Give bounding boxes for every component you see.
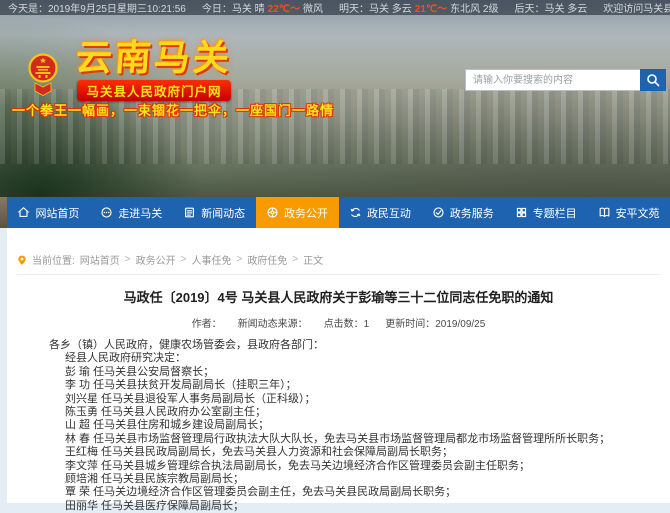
content-area: 当前位置: 网站首页 > 政务公开 > 人事任免 > 政府任免 > 正文 马政任… <box>7 228 670 503</box>
weather-today: 今日：马关 晴 22℃～ 微风 <box>202 0 323 15</box>
about-icon <box>100 206 113 219</box>
search-box <box>465 69 666 91</box>
meta-updated: 更新时间：2019/09/25 <box>385 315 485 330</box>
article-body: 各乡（镇）人民政府，健康农场管委会，县政府各部门： 经县人民政府研究决定： 彭 … <box>19 339 658 513</box>
nav-item-news[interactable]: 新闻动态 <box>173 197 256 228</box>
weather-tomorrow: 明天：马关 多云 21℃～ 东北风 2级 <box>339 0 498 15</box>
paragraph: 林 春 任马关县市场监督管理局行政执法大队大队长，免去马关县市场监督管理局都龙市… <box>19 433 658 446</box>
news-icon <box>183 206 196 219</box>
service-icon <box>432 206 445 219</box>
nav-item-about[interactable]: 走进马关 <box>90 197 173 228</box>
breadcrumb-label: 当前位置: <box>32 252 75 267</box>
main-nav: 网站首页 走进马关 新闻动态 政务公开 <box>7 197 670 228</box>
tomorrow-temp: 21℃～ <box>415 0 447 15</box>
welcome-text: 欢迎访问马关县人民政府门户网 <box>603 0 670 15</box>
gov-open-icon <box>266 206 279 219</box>
background-edge <box>0 197 7 228</box>
paragraph: 刘兴星 任马关县退役军人事务局副局长（正科级）； <box>19 393 658 406</box>
today-temp: 22℃～ <box>268 0 300 15</box>
paragraph: 顾培湘 任马关县民族宗教局副局长； <box>19 473 658 486</box>
paragraph: 各乡（镇）人民政府，健康农场管委会，县政府各部门： <box>19 339 658 352</box>
breadcrumb-gov-appointments[interactable]: 政府任免 <box>247 252 287 267</box>
book-icon <box>598 206 611 219</box>
site-brand: 云南马关 马关县人民政府门户网 <box>70 38 238 101</box>
site-slogan: 一个拳王一幅画，一束锢花一把伞，一座国门一路情 <box>12 100 334 119</box>
search-icon <box>646 73 660 87</box>
search-button[interactable] <box>640 69 666 91</box>
nav-item-gov-open[interactable]: 政务公开 <box>256 197 339 228</box>
special-topics-icon <box>515 206 528 219</box>
paragraph: 李 功 任马关县扶贫开发局副局长（挂职三年）； <box>19 379 658 392</box>
breadcrumb-gov-open[interactable]: 政务公开 <box>136 252 176 267</box>
site-title: 云南马关 <box>69 38 240 78</box>
article-title: 马政任〔2019〕4号 马关县人民政府关于彭瑜等三十二位同志任免职的通知 <box>19 287 658 306</box>
home-icon <box>17 206 30 219</box>
paragraph: 陈玉勇 任马关县人民政府办公室副主任； <box>19 406 658 419</box>
national-emblem-icon <box>26 52 60 98</box>
paragraph: 李文萍 任马关县城乡管理综合执法局副局长，免去马关边境经济合作区管理委员会副主任… <box>19 460 658 473</box>
site-subtitle-banner: 马关县人民政府门户网 <box>77 80 230 101</box>
weather-dayafter: 后天：马关 多云 <box>514 0 587 15</box>
search-input[interactable] <box>465 69 640 91</box>
article-meta: 作者： 新闻动态来源： 点击数：1 更新时间：2019/09/25 <box>19 315 658 330</box>
breadcrumb-personnel[interactable]: 人事任免 <box>191 252 231 267</box>
breadcrumb: 当前位置: 网站首页 > 政务公开 > 人事任免 > 政府任免 > 正文 <box>17 252 660 275</box>
interact-icon <box>349 206 362 219</box>
nav-item-culture[interactable]: 安平文苑 <box>587 197 670 228</box>
location-pin-icon <box>17 254 27 266</box>
paragraph: 山 超 任马关县住房和城乡建设局副局长； <box>19 419 658 432</box>
page: 今天是：2019年9月25日星期三10:21:56 今日：马关 晴 22℃～ 微… <box>0 0 670 503</box>
article: 马政任〔2019〕4号 马关县人民政府关于彭瑜等三十二位同志任免职的通知 作者：… <box>7 287 670 513</box>
breadcrumb-home[interactable]: 网站首页 <box>80 252 120 267</box>
meta-author: 作者： <box>192 315 222 330</box>
paragraph: 覃 荣 任马关边境经济合作区管理委员会副主任，免去马关县民政局副局长职务； <box>19 486 658 499</box>
nav-item-interact[interactable]: 政民互动 <box>339 197 422 228</box>
topbar-date: 今天是：2019年9月25日星期三10:21:56 <box>8 0 186 15</box>
paragraph: 田丽华 任马关县医疗保障局副局长； <box>19 500 658 513</box>
topbar: 今天是：2019年9月25日星期三10:21:56 今日：马关 晴 22℃～ 微… <box>0 0 670 15</box>
nav-item-special[interactable]: 专题栏目 <box>504 197 587 228</box>
paragraph: 经县人民政府研究决定： <box>19 352 658 365</box>
paragraph: 彭 瑜 任马关县公安局督察长； <box>19 366 658 379</box>
meta-source: 新闻动态来源： <box>238 315 308 330</box>
meta-hits: 点击数：1 <box>324 315 370 330</box>
nav-item-services[interactable]: 政务服务 <box>421 197 504 228</box>
nav-item-home[interactable]: 网站首页 <box>7 197 90 228</box>
paragraph: 王红梅 任马关县民政局副局长，免去马关县人力资源和社会保障局副局长职务； <box>19 446 658 459</box>
breadcrumb-current: 正文 <box>303 252 323 267</box>
site-header: 今天是：2019年9月25日星期三10:21:56 今日：马关 晴 22℃～ 微… <box>0 0 670 197</box>
